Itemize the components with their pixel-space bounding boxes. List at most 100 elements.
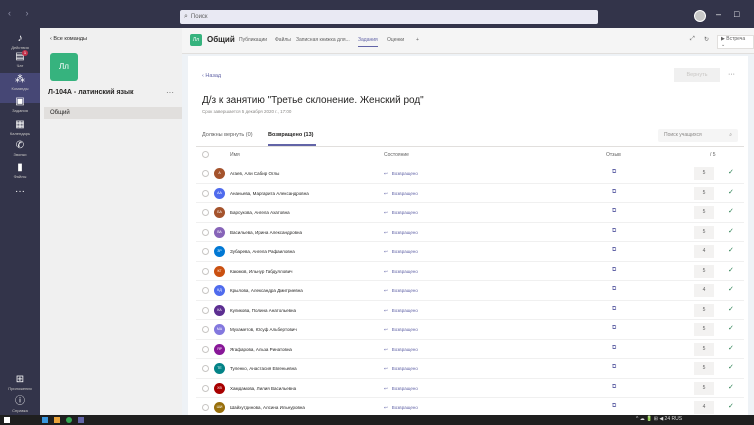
grade-input[interactable]: 5	[694, 167, 714, 180]
checkmark-icon: ✓	[728, 208, 734, 215]
student-name[interactable]: Мухаметов, Юсуф Альбертович	[230, 327, 297, 332]
feedback-icon[interactable]: ⧉	[612, 325, 616, 332]
row-checkbox[interactable]	[202, 287, 209, 294]
grade-input[interactable]: 4	[694, 284, 714, 297]
student-name[interactable]: Барсукова, Ангела Ахатовна	[230, 210, 290, 215]
row-checkbox[interactable]	[202, 209, 209, 216]
grade-input[interactable]: 4	[694, 245, 714, 258]
add-tab-button[interactable]: +	[416, 37, 419, 43]
channel-general[interactable]: Общий	[44, 107, 182, 119]
tab-grades[interactable]: Оценки	[387, 37, 404, 43]
grade-input[interactable]: 5	[694, 303, 714, 317]
row-checkbox[interactable]	[202, 170, 209, 177]
search-box[interactable]: ⌕ Поиск	[180, 10, 598, 24]
student-name[interactable]: Крылова, Александра Дмитриевна	[230, 288, 303, 293]
all-teams-link[interactable]: ‹ Все команды	[50, 36, 87, 42]
header-name[interactable]: Имя	[230, 152, 240, 158]
search-input[interactable]: Поиск	[191, 14, 208, 20]
feedback-icon[interactable]: ⧉	[612, 169, 616, 176]
folder-icon[interactable]	[54, 417, 60, 423]
student-name[interactable]: Каюмов, Ильнур Габдуллович	[230, 269, 292, 274]
feedback-icon[interactable]: ⧉	[612, 306, 616, 313]
student-search[interactable]: Поиск учащихся ⌕	[658, 129, 738, 142]
row-checkbox[interactable]	[202, 189, 209, 197]
explorer-icon[interactable]	[42, 417, 48, 423]
grade-input[interactable]: 5	[694, 323, 714, 336]
grade-input[interactable]: 5	[694, 342, 714, 356]
team-more-icon[interactable]: ···	[166, 88, 174, 97]
user-avatar[interactable]	[694, 10, 706, 22]
table-row[interactable]: ЯР Ягафарова, Альза Ринатовна ↩ Возвращено ⧉…	[196, 340, 744, 359]
meet-button[interactable]: ▶ Встреча ⌄	[717, 35, 754, 49]
student-name[interactable]: Ягафарова, Альза Ринатовна	[230, 347, 292, 352]
tab-files[interactable]: Файлы	[275, 37, 291, 43]
row-checkbox[interactable]	[202, 365, 209, 372]
grade-input[interactable]: 5	[694, 362, 714, 375]
feedback-icon[interactable]: ⧉	[612, 364, 616, 371]
phone-icon: ✆	[15, 140, 25, 151]
grade-input[interactable]: 5	[694, 381, 714, 395]
back-link[interactable]: ‹ Назад	[202, 73, 221, 79]
expand-icon[interactable]: ⤢	[690, 36, 695, 43]
return-button[interactable]: Вернуть	[674, 68, 720, 82]
table-row[interactable]: БА Барсукова, Ангела Ахатовна ↩ Возвращено ⧉…	[196, 203, 744, 223]
maximize-icon[interactable]: □	[734, 9, 739, 19]
table-row[interactable]: ВА Васильева, Ирина Александровна ↩ Возвращ…	[196, 223, 744, 242]
feedback-icon[interactable]: ⧉	[612, 384, 616, 391]
student-name[interactable]: Шайхутдинова, Алсина Ильнуровна	[230, 405, 305, 410]
table-row[interactable]: ЗР Зубарева, Ангела Рафаиловна ↩ Возвращено…	[196, 242, 744, 262]
feedback-icon[interactable]: ⧉	[612, 228, 616, 235]
tab-posts[interactable]: Публикации	[239, 37, 267, 43]
student-name[interactable]: Васильева, Ирина Александровна	[230, 230, 302, 235]
select-all-checkbox[interactable]	[202, 151, 209, 158]
table-row[interactable]: А Агаев, Али Сабир Оглы ↩ Возвращено ⧉ 5 ✓	[196, 164, 744, 184]
start-icon[interactable]	[4, 417, 10, 423]
nav-arrows-icon[interactable]: ‹ ›	[8, 8, 35, 18]
student-name[interactable]: Зубарева, Ангела Рафаиловна	[230, 249, 295, 254]
feedback-icon[interactable]: ⧉	[612, 208, 616, 215]
row-checkbox[interactable]	[202, 345, 209, 353]
student-name[interactable]: Куликова, Полина Анатольевна	[230, 308, 296, 313]
feedback-icon[interactable]: ⧉	[612, 403, 616, 410]
feedback-icon[interactable]: ⧉	[612, 247, 616, 254]
rail-more[interactable]: ···	[0, 185, 40, 215]
table-row[interactable]: АА Ананьева, Маргарита Александровна ↩ Возв…	[196, 184, 744, 203]
table-row[interactable]: КА Куликова, Полина Анатольевна ↩ Возвращен…	[196, 301, 744, 320]
student-name[interactable]: Хамдамова, Лилия Васильевна	[230, 386, 296, 391]
minimize-icon[interactable]: –	[716, 9, 721, 19]
tab-notebook[interactable]: Записная книжка для...	[296, 37, 350, 43]
teams-taskbar-icon[interactable]	[78, 417, 84, 423]
refresh-icon[interactable]: ↻	[704, 36, 709, 43]
feedback-icon[interactable]: ⧉	[612, 345, 616, 352]
student-name[interactable]: Агаев, Али Сабир Оглы	[230, 171, 279, 176]
header-status[interactable]: Состояние	[384, 152, 409, 158]
row-checkbox[interactable]	[202, 326, 209, 333]
tab-assignments[interactable]: Задания	[358, 37, 378, 47]
row-checkbox[interactable]	[202, 267, 209, 275]
table-row[interactable]: КД Крылова, Александра Дмитриевна ↩ Возвращ…	[196, 281, 744, 301]
table-row[interactable]: ХВ Хамдамова, Лилия Васильевна ↩ Возвращено…	[196, 379, 744, 398]
table-row[interactable]: ТЕ Туленко, Анастасия Евгеньевна ↩ Возвраще…	[196, 359, 744, 379]
grade-input[interactable]: 5	[694, 225, 714, 239]
feedback-icon[interactable]: ⧉	[612, 267, 616, 274]
row-checkbox[interactable]	[202, 228, 209, 236]
row-checkbox[interactable]	[202, 306, 209, 314]
table-row[interactable]: КГ Каюмов, Ильнур Габдуллович ↩ Возвращено ⧉…	[196, 262, 744, 281]
grade-input[interactable]: 5	[694, 264, 714, 278]
table-row[interactable]: МА Мухаметов, Юсуф Альбертович ↩ Возвращено…	[196, 320, 744, 340]
grade-input[interactable]: 5	[694, 206, 714, 219]
grade-input[interactable]: 4	[694, 401, 714, 414]
grade-input[interactable]: 5	[694, 186, 714, 200]
tab-returned[interactable]: Возвращено (13)	[268, 132, 313, 138]
feedback-icon[interactable]: ⧉	[612, 286, 616, 293]
chrome-icon[interactable]	[66, 417, 72, 423]
row-checkbox[interactable]	[202, 384, 209, 392]
tab-to-return[interactable]: Должны вернуть (0)	[202, 132, 253, 138]
row-checkbox[interactable]	[202, 248, 209, 255]
row-checkbox[interactable]	[202, 404, 209, 411]
student-name[interactable]: Ананьева, Маргарита Александровна	[230, 191, 309, 196]
student-name[interactable]: Туленко, Анастасия Евгеньевна	[230, 366, 297, 371]
avatar: АА	[214, 187, 225, 199]
more-options-icon[interactable]: ···	[728, 71, 735, 78]
feedback-icon[interactable]: ⧉	[612, 189, 616, 196]
